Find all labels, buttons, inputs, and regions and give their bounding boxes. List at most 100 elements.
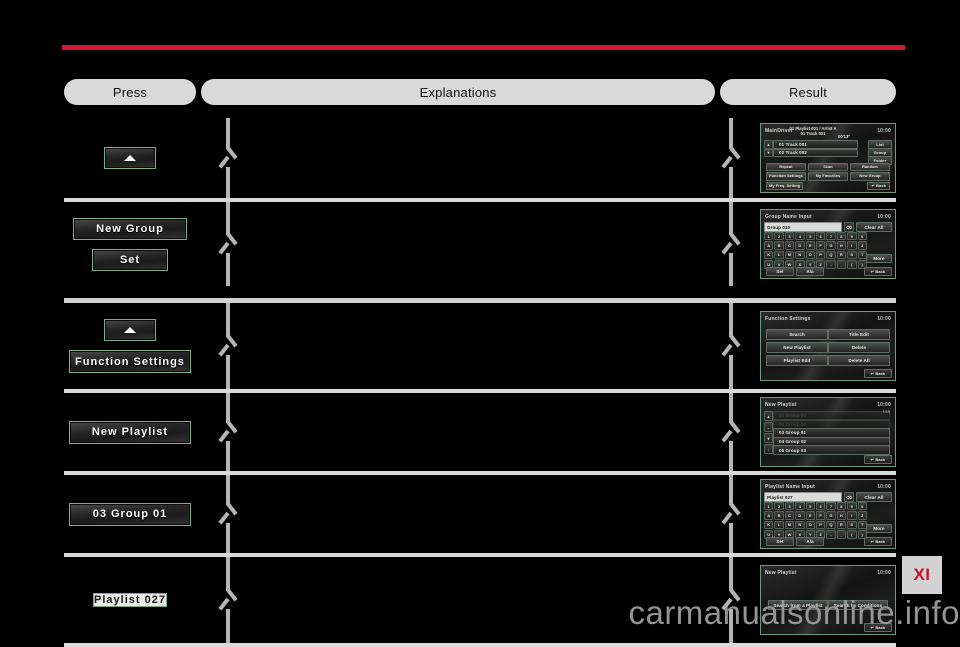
clear-all-button[interactable]: Clear All	[856, 492, 892, 502]
key-9[interactable]: 9	[847, 232, 857, 241]
name-input-field[interactable]: Playlist 027	[764, 492, 842, 502]
key-I[interactable]: I	[847, 241, 857, 250]
key-0[interactable]: 0	[857, 502, 867, 511]
key-E[interactable]: E	[805, 511, 815, 520]
menu-new-playlist[interactable]: New Playlist	[766, 342, 828, 353]
key-2[interactable]: 2	[774, 232, 784, 241]
menu-my-freq-setting[interactable]: My Freq. Setting	[766, 181, 804, 190]
key-6[interactable]: 6	[815, 502, 826, 511]
key-O[interactable]: O	[805, 250, 815, 260]
key-7[interactable]: 7	[826, 232, 836, 241]
key-L[interactable]: L	[774, 250, 784, 260]
key-D[interactable]: D	[795, 511, 805, 520]
key-O[interactable]: O	[805, 520, 815, 530]
scroll-down-icon[interactable]: ▼	[764, 148, 773, 157]
key-4[interactable]: 4	[795, 502, 805, 511]
menu-random[interactable]: Random	[850, 162, 890, 171]
name-input-field[interactable]: Group 010	[764, 222, 842, 232]
more-button[interactable]: More	[866, 254, 892, 263]
key-1[interactable]: 1	[764, 502, 774, 511]
key-([interactable]: (	[847, 530, 857, 539]
key-E[interactable]: E	[805, 241, 815, 250]
press-button-03-group-01[interactable]: 03 Group 01	[69, 502, 191, 526]
key-S[interactable]: S	[847, 250, 857, 260]
press-button-set[interactable]: Set	[92, 248, 168, 271]
key-K[interactable]: K	[764, 250, 774, 260]
set-button[interactable]: Set	[766, 537, 794, 546]
key-A[interactable]: A	[764, 511, 774, 520]
menu-new-group[interactable]: New Group	[850, 172, 890, 181]
key-M[interactable]: M	[784, 250, 795, 260]
key-5[interactable]: 5	[805, 232, 815, 241]
clear-all-button[interactable]: Clear All	[856, 222, 892, 232]
back-button[interactable]: ↵ Back	[867, 181, 890, 190]
set-button[interactable]: Set	[766, 267, 794, 276]
key-1[interactable]: 1	[764, 232, 774, 241]
list-scroll-1[interactable]: –	[764, 422, 773, 432]
key-2[interactable]: 2	[774, 502, 784, 511]
case-button[interactable]: A/a	[796, 267, 824, 276]
menu-function-settings[interactable]: Function Settings	[766, 172, 806, 181]
key-L[interactable]: L	[774, 520, 784, 530]
scroll-up-icon[interactable]: ▲	[764, 140, 773, 149]
key-9[interactable]: 9	[847, 502, 857, 511]
key-_[interactable]: _	[836, 260, 847, 269]
list-scroll-2[interactable]: ▼	[764, 433, 773, 443]
key-6[interactable]: 6	[815, 232, 826, 241]
key-C[interactable]: C	[784, 241, 795, 250]
key-G[interactable]: G	[826, 241, 836, 250]
key-F[interactable]: F	[815, 511, 826, 520]
key-B[interactable]: B	[774, 241, 784, 250]
key-K[interactable]: K	[764, 520, 774, 530]
key-S[interactable]: S	[847, 520, 857, 530]
back-button[interactable]: ↵ Back	[864, 267, 892, 276]
key-Q[interactable]: Q	[826, 250, 836, 260]
menu-repeat[interactable]: Repeat	[766, 162, 806, 171]
key-C[interactable]: C	[784, 511, 795, 520]
list-scroll-0[interactable]: ▲	[764, 411, 773, 421]
menu-title-edit[interactable]: Title Edit	[828, 329, 890, 340]
key-5[interactable]: 5	[805, 502, 815, 511]
key-N[interactable]: N	[795, 250, 805, 260]
list-item[interactable]: 01 Group 00	[773, 411, 890, 421]
list-item[interactable]: 05 Group 03	[773, 445, 890, 455]
back-button[interactable]: ↵ Back	[864, 455, 892, 464]
backspace-key[interactable]: ⌫	[844, 492, 854, 502]
key-3[interactable]: 3	[784, 502, 795, 511]
key-D[interactable]: D	[795, 241, 805, 250]
key-R[interactable]: R	[836, 520, 847, 530]
menu-search[interactable]: Search	[766, 329, 828, 340]
key-0[interactable]: 0	[857, 232, 867, 241]
key-Q[interactable]: Q	[826, 520, 836, 530]
menu-delete[interactable]: Delete	[828, 342, 890, 353]
key-7[interactable]: 7	[826, 502, 836, 511]
key-M[interactable]: M	[784, 520, 795, 530]
key-_[interactable]: _	[836, 530, 847, 539]
key-8[interactable]: 8	[836, 502, 847, 511]
key-G[interactable]: G	[826, 511, 836, 520]
back-button[interactable]: ↵ Back	[864, 369, 892, 378]
key-H[interactable]: H	[836, 511, 847, 520]
more-button[interactable]: More	[866, 524, 892, 533]
key-3[interactable]: 3	[784, 232, 795, 241]
key-I[interactable]: I	[847, 511, 857, 520]
key-P[interactable]: P	[815, 520, 826, 530]
track-item[interactable]: 02 Track 002	[773, 148, 858, 157]
track-item[interactable]: 01 Track 001	[773, 140, 858, 149]
press-button-new-playlist[interactable]: New Playlist	[69, 420, 191, 444]
key--[interactable]: -	[826, 260, 836, 269]
key-J[interactable]: J	[857, 511, 867, 520]
back-button[interactable]: ↵ Back	[864, 537, 892, 546]
list-scroll-3[interactable]: ↓	[764, 444, 773, 454]
case-button[interactable]: A/a	[796, 537, 824, 546]
key-H[interactable]: H	[836, 241, 847, 250]
up-arrow-button[interactable]	[104, 319, 156, 341]
key-([interactable]: (	[847, 260, 857, 269]
key-B[interactable]: B	[774, 511, 784, 520]
up-arrow-button[interactable]	[104, 147, 156, 169]
menu-scan[interactable]: Scan	[808, 162, 848, 171]
key-8[interactable]: 8	[836, 232, 847, 241]
menu-delete-all[interactable]: Delete All	[828, 355, 890, 366]
key-R[interactable]: R	[836, 250, 847, 260]
press-button-function-settings[interactable]: Function Settings	[69, 350, 191, 373]
